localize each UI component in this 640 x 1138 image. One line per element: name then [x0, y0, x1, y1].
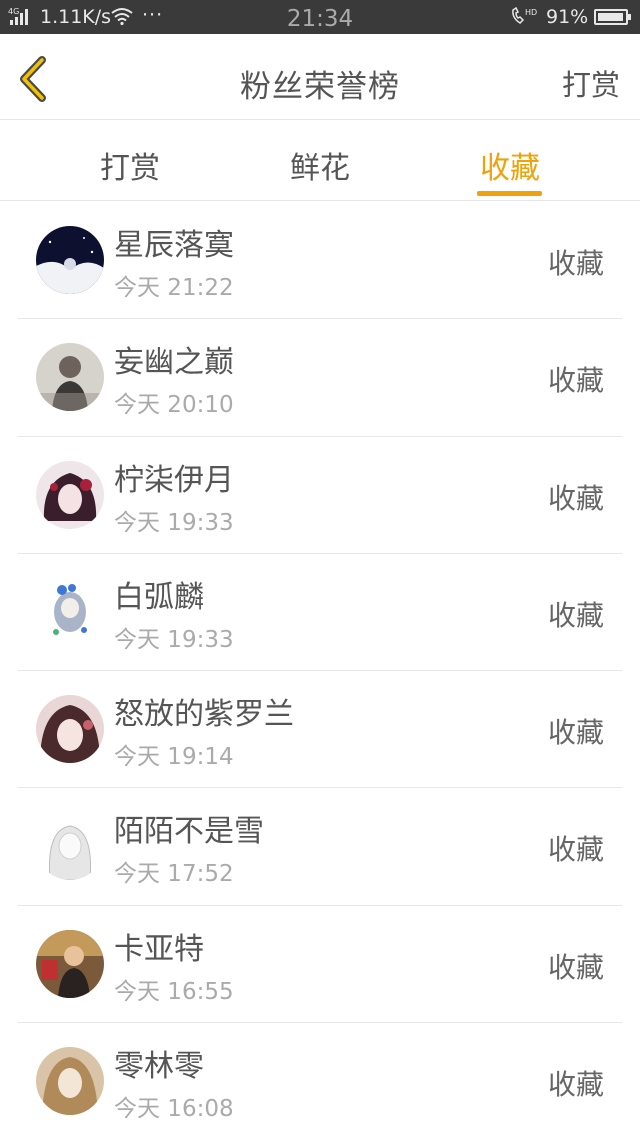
top-bar: 粉丝荣誉榜 打赏 [0, 34, 640, 120]
list-item[interactable]: 妄幽之巅 今天 20:10 收藏 [0, 319, 640, 437]
avatar[interactable] [36, 1047, 104, 1116]
entry-type: 收藏 [547, 481, 604, 515]
tab-favorites[interactable]: 收藏 [450, 143, 570, 187]
avatar[interactable] [36, 929, 104, 998]
entry-type: 收藏 [547, 950, 604, 984]
entry-time: 今天 17:52 [114, 861, 234, 888]
svg-text:HD: HD [525, 8, 537, 17]
entry-type: 收藏 [547, 1068, 604, 1102]
entry-type: 收藏 [547, 716, 604, 750]
battery-icon [594, 9, 631, 25]
user-name: 星辰落寞 [114, 228, 234, 263]
page-title: 粉丝荣誉榜 [240, 69, 400, 105]
avatar[interactable] [36, 226, 104, 294]
avatar[interactable] [36, 812, 104, 881]
entry-type: 收藏 [547, 364, 604, 398]
fan-list: 星辰落寞 今天 21:22 收藏 妄幽之巅 今天 20:10 收藏 柠柒伊月 今… [0, 202, 640, 1138]
list-item[interactable]: 陌陌不是雪 今天 17:52 收藏 [0, 788, 640, 906]
tab-flowers[interactable]: 鲜花 [260, 143, 380, 187]
entry-time: 今天 19:33 [114, 509, 234, 536]
status-time: 21:34 [286, 6, 354, 32]
entry-time: 今天 16:08 [114, 1096, 234, 1123]
list-item[interactable]: 星辰落寞 今天 21:22 收藏 [0, 202, 640, 320]
active-tab-indicator [477, 191, 542, 196]
entry-type: 收藏 [547, 833, 604, 867]
list-item[interactable]: 零林零 今天 16:08 收藏 [0, 1023, 640, 1138]
entry-time: 今天 16:55 [114, 978, 234, 1005]
user-name: 白弧麟 [114, 579, 204, 615]
reward-button[interactable]: 打赏 [562, 62, 620, 104]
list-item[interactable]: 柠柒伊月 今天 19:33 收藏 [0, 437, 640, 554]
avatar[interactable] [36, 695, 104, 764]
user-name: 妄幽之巅 [114, 345, 234, 381]
entry-time: 今天 19:33 [114, 626, 234, 653]
entry-time: 今天 20:10 [114, 392, 234, 419]
list-item[interactable]: 白弧麟 今天 19:33 收藏 [0, 554, 640, 672]
entry-type: 收藏 [547, 598, 604, 632]
status-bar: 4G 1.11K/s ··· 21:34 HD 91% [0, 0, 640, 34]
hd-call-icon: HD [512, 6, 537, 24]
avatar[interactable] [36, 460, 104, 529]
entry-time: 今天 19:14 [114, 744, 234, 771]
user-name: 陌陌不是雪 [114, 814, 264, 850]
entry-type: 收藏 [547, 247, 604, 280]
battery-percent: 91% [546, 6, 589, 28]
avatar[interactable] [36, 343, 104, 412]
tab-reward[interactable]: 打赏 [70, 143, 190, 187]
tab-bar: 打赏 鲜花 收藏 [0, 121, 640, 201]
user-name: 卡亚特 [114, 931, 204, 967]
list-item[interactable]: 卡亚特 今天 16:55 收藏 [0, 906, 640, 1024]
list-item[interactable]: 怒放的紫罗兰 今天 19:14 收藏 [0, 671, 640, 789]
entry-time: 今天 21:22 [114, 275, 234, 301]
user-name: 柠柒伊月 [114, 462, 234, 498]
user-name: 零林零 [114, 1049, 204, 1085]
avatar[interactable] [36, 577, 104, 646]
user-name: 怒放的紫罗兰 [114, 697, 294, 733]
